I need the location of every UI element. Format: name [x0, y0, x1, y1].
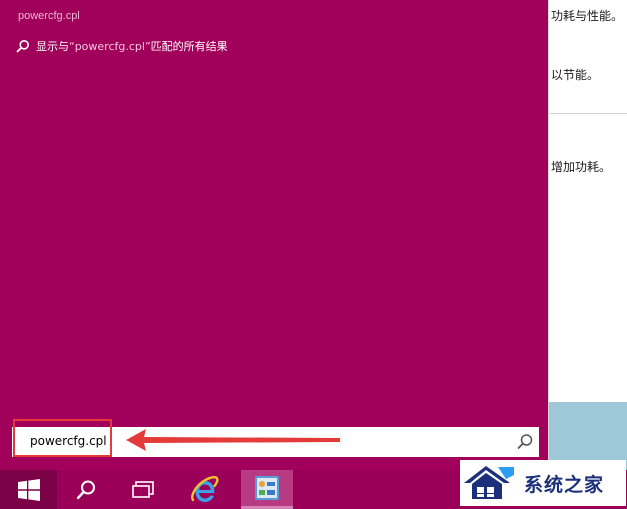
search-button[interactable]: [60, 470, 112, 509]
house-logo-icon: [464, 466, 514, 499]
watermark-text: 系统之家: [524, 473, 605, 496]
background-window: 功耗与性能。 以节能。 增加功耗。: [548, 0, 627, 470]
background-text-line: 功耗与性能。: [551, 9, 624, 23]
search-icon: [76, 480, 95, 499]
result-query: “powercfg.cpl”: [69, 39, 151, 53]
result-prefix: 显示与: [36, 40, 69, 53]
task-view-button[interactable]: [117, 470, 169, 509]
search-panel: powercfg.cpl 显示与 “powercfg.cpl” 匹配的所有结果 po…: [0, 0, 548, 470]
background-text-line: 增加功耗。: [551, 160, 612, 174]
result-suffix: 匹配的所有结果: [150, 40, 228, 53]
background-divider: [549, 113, 627, 114]
start-button[interactable]: [0, 470, 57, 509]
background-text-line: 以节能。: [551, 68, 600, 82]
red-arrow-annotation: [126, 429, 340, 451]
search-panel-title: powercfg.cpl: [18, 10, 80, 22]
windows-logo-icon: [17, 478, 40, 501]
control-panel-icon: [255, 476, 279, 500]
internet-explorer-icon: [191, 475, 219, 502]
watermark: 系统之家: [460, 460, 626, 506]
search-input[interactable]: powercfg.cpl: [30, 434, 107, 448]
text-caret: [110, 432, 111, 450]
search-result-all-matches[interactable]: 显示与 “powercfg.cpl” 匹配的所有结果: [16, 36, 228, 56]
task-view-icon: [132, 480, 154, 498]
search-icon[interactable]: [515, 432, 535, 452]
control-panel-button[interactable]: [241, 470, 293, 509]
internet-explorer-button[interactable]: [178, 470, 230, 509]
search-icon: [16, 40, 29, 53]
